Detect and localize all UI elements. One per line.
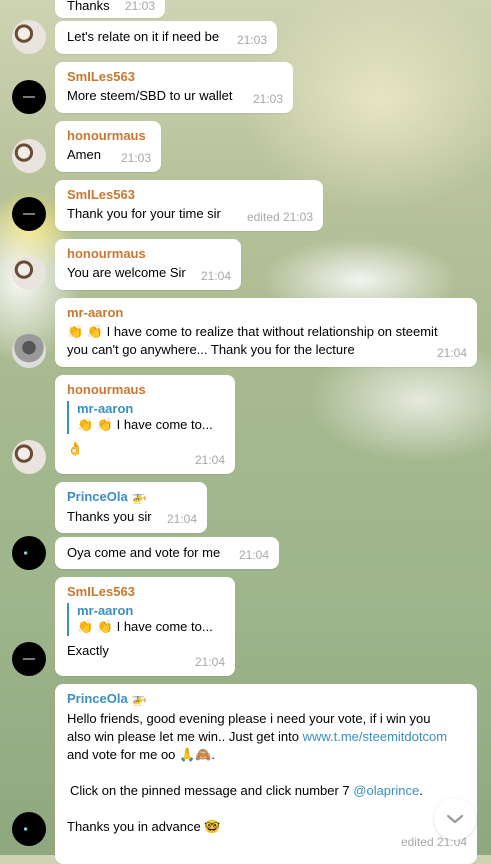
sender-name[interactable]: honourmaus [67, 382, 223, 397]
message-text: Exactly [67, 643, 109, 658]
message-text: Let's relate on it if need be [67, 29, 220, 44]
quote-sender: mr-aaron [77, 603, 134, 618]
avatar[interactable] [12, 139, 46, 173]
message-bubble[interactable]: Let's relate on it if need be 21:03 [55, 21, 277, 54]
message-text-segment: . [419, 783, 423, 798]
quote-text: 👏 👏 I have come to... [77, 417, 213, 432]
message-time: 21:03 [236, 33, 267, 47]
message-time: 21:04 [166, 512, 197, 526]
message-text-line: you can't go anywhere... Thank you for t… [67, 342, 355, 357]
scroll-down-button[interactable] [434, 798, 476, 840]
message-bubble[interactable]: Oya come and vote for me 21:04 [55, 537, 279, 569]
message-time: edited 21:03 [246, 210, 313, 224]
sender-name[interactable]: SmILes563 [67, 69, 281, 84]
sender-name[interactable]: mr-aaron [67, 305, 465, 320]
message-time: 21:04 [238, 548, 269, 562]
message-time: 21:04 [200, 269, 231, 283]
message-bubble[interactable]: PrinceOla 🚁 Thanks you sir 21:04 [55, 482, 207, 533]
helicopter-icon: 🚁 [131, 691, 148, 706]
message-text-line: Click on the pinned message and click nu… [67, 782, 465, 800]
message-text-segment: Click on the pinned message and click nu… [70, 783, 354, 798]
message-bubble[interactable]: SmILes563 More steem/SBD to ur wallet 21… [55, 62, 293, 113]
message-time: 21:03 [252, 92, 283, 106]
message-bubble[interactable]: honourmaus You are welcome Sir 21:04 [55, 239, 241, 290]
message-bubble[interactable]: PrinceOla 🚁 Hello friends, good evening … [55, 684, 477, 864]
reply-quote[interactable]: mr-aaron 👏 👏 I have come to... [67, 401, 223, 434]
avatar[interactable] [12, 197, 46, 231]
message-text: More steem/SBD to ur wallet [67, 88, 233, 103]
avatar[interactable] [12, 642, 46, 676]
message-time: 21:03 [120, 151, 151, 165]
avatar[interactable] [12, 256, 46, 290]
message-time: 21:03 [124, 0, 155, 13]
message-text: You are welcome Sir [67, 265, 186, 280]
avatar[interactable] [12, 334, 46, 368]
message-time: 21:04 [194, 655, 225, 669]
sender-name[interactable]: PrinceOla 🚁 [67, 691, 465, 707]
message-text: Thanks you sir [67, 509, 152, 524]
helicopter-icon: 🚁 [131, 489, 148, 504]
message-text-line: Hello friends, good evening please i nee… [67, 711, 431, 726]
message-text: Amen [67, 147, 101, 162]
telegram-link[interactable]: www.t.me/steemitdotcom [303, 729, 448, 744]
avatar[interactable] [12, 536, 46, 570]
message-text-line: also win please let me win.. Just get in… [67, 728, 465, 746]
message-bubble[interactable]: mr-aaron 👏 👏 I have come to realize that… [55, 298, 477, 367]
quote-text: 👏 👏 I have come to... [77, 619, 213, 634]
sender-name[interactable]: honourmaus [67, 128, 149, 143]
message-bubble[interactable]: Thanks 21:03 [55, 0, 165, 18]
message-time: 21:04 [436, 346, 467, 360]
sender-name[interactable]: SmILes563 [67, 584, 223, 599]
quote-sender: mr-aaron [77, 401, 134, 416]
mention-link[interactable]: @olaprince [353, 783, 419, 798]
ok-hand-emoji: 👌 [67, 441, 84, 456]
sender-name-text: PrinceOla [67, 489, 128, 504]
avatar[interactable] [12, 440, 46, 474]
message-bubble[interactable]: SmILes563 mr-aaron 👏 👏 I have come to...… [55, 577, 235, 676]
message-text-segment: also win please let me win.. Just get in… [67, 729, 303, 744]
message-time: 21:04 [194, 453, 225, 467]
message-bubble[interactable]: honourmaus mr-aaron 👏 👏 I have come to..… [55, 375, 235, 474]
sender-name-text: PrinceOla [67, 691, 128, 706]
avatar[interactable] [12, 20, 46, 54]
message-bubble[interactable]: SmILes563 Thank you for your time sir ed… [55, 180, 323, 231]
sender-name[interactable]: honourmaus [67, 246, 229, 261]
message-text-line: 👏 👏 I have come to realize that without … [67, 324, 438, 339]
avatar[interactable] [12, 812, 46, 846]
message-bubble[interactable]: honourmaus Amen 21:03 [55, 121, 161, 172]
sender-name[interactable]: PrinceOla 🚁 [67, 489, 195, 505]
message-text: Oya come and vote for me [67, 545, 221, 560]
message-text: Thanks [67, 0, 110, 13]
reply-quote[interactable]: mr-aaron 👏 👏 I have come to... [67, 603, 223, 636]
message-text: Thank you for your time sir [67, 206, 221, 221]
chevron-down-icon [446, 814, 464, 824]
message-text-line: and vote for me oo 🙏🙈. [67, 747, 215, 762]
sender-name[interactable]: SmILes563 [67, 187, 311, 202]
message-text-line: Thanks you in advance 🤓 [67, 819, 221, 834]
avatar[interactable] [12, 80, 46, 114]
